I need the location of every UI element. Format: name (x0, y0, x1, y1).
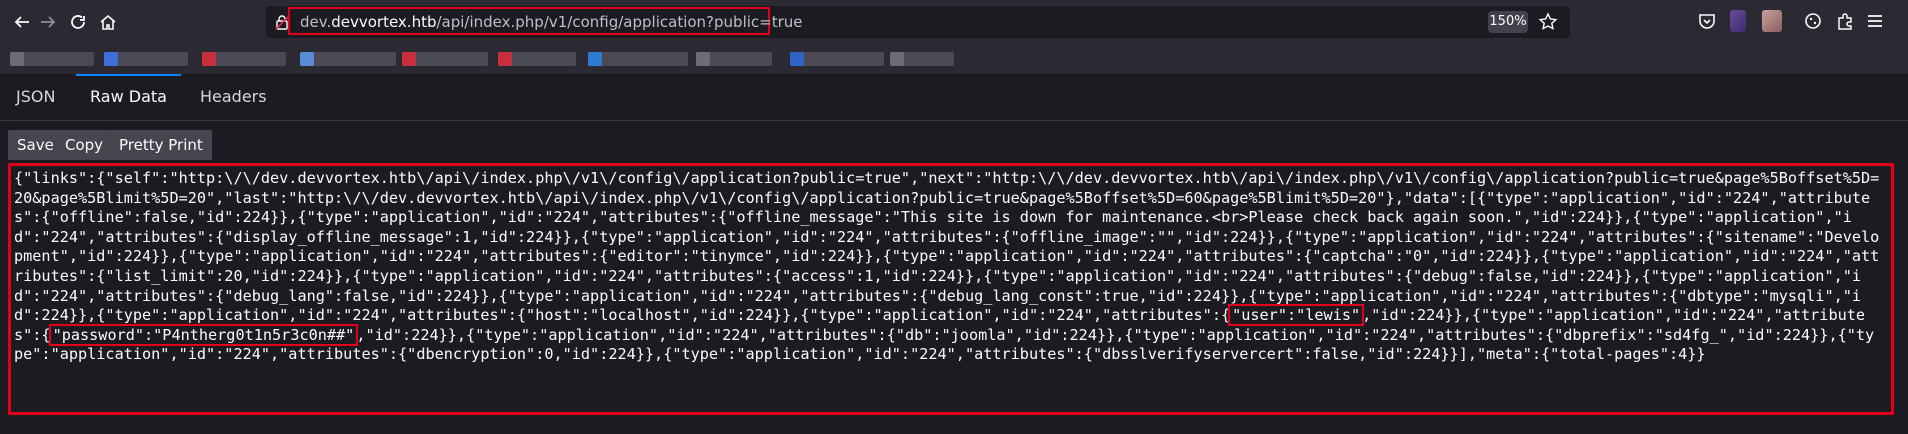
pretty-print-button[interactable]: Pretty Print (110, 130, 212, 160)
save-button[interactable]: Save (8, 130, 63, 160)
menu-hamburger-icon[interactable] (1864, 10, 1886, 32)
bookmark-favicon-icon (890, 52, 904, 66)
bookmark-item[interactable] (696, 52, 772, 66)
url-bar[interactable]: dev.devvortex.htb/api/index.php/v1/confi… (266, 6, 1570, 38)
bookmark-favicon-icon (402, 52, 416, 66)
bookmark-item[interactable] (402, 52, 488, 66)
bookmark-item[interactable] (10, 52, 94, 66)
reload-icon (71, 15, 85, 29)
back-button[interactable] (8, 8, 36, 36)
pocket-icon[interactable] (1696, 10, 1718, 32)
bookmark-item[interactable] (104, 52, 188, 66)
copy-button[interactable]: Copy (56, 130, 113, 160)
raw-json-text[interactable]: {"links":{"self":"http:\/\/dev.devvortex… (14, 169, 1883, 365)
bookmark-favicon-icon (790, 52, 804, 66)
forward-button[interactable] (34, 8, 62, 36)
reload-button[interactable] (64, 8, 92, 36)
bookmark-favicon-icon (498, 52, 512, 66)
user-credential-highlight: "user":"lewis" (1228, 304, 1365, 327)
home-button[interactable] (94, 8, 122, 36)
bookmark-star-icon[interactable] (1538, 12, 1558, 32)
raw-json-part-1: {"links":{"self":"http:\/\/dev.devvortex… (14, 169, 1880, 325)
bookmark-item[interactable] (300, 52, 396, 66)
bookmark-item[interactable] (498, 52, 576, 66)
raw-data-toolbar: Save Copy Pretty Print (0, 121, 1908, 161)
bookmark-favicon-icon (588, 52, 602, 66)
bookmark-favicon-icon (300, 52, 314, 66)
forward-arrow-icon (41, 16, 56, 28)
bookmark-item[interactable] (790, 52, 884, 66)
cookie-icon[interactable] (1802, 10, 1824, 32)
bookmark-favicon-icon (10, 52, 24, 66)
json-viewer-tabs: JSON Raw Data Headers (0, 74, 1908, 121)
zoom-level-badge[interactable]: 150% (1488, 11, 1528, 33)
profile-avatar-icon[interactable] (1762, 10, 1782, 32)
tab-json[interactable]: JSON (2, 74, 69, 120)
container-extension-icon[interactable] (1730, 10, 1746, 32)
raw-data-panel: {"links":{"self":"http:\/\/dev.devvortex… (8, 163, 1894, 415)
bookmark-favicon-icon (104, 52, 118, 66)
browser-toolbar: dev.devvortex.htb/api/index.php/v1/confi… (0, 0, 1908, 44)
back-arrow-icon (14, 16, 29, 28)
home-icon (100, 14, 116, 30)
url-text[interactable]: dev.devvortex.htb/api/index.php/v1/confi… (300, 13, 803, 31)
bookmarks-toolbar (0, 44, 1908, 74)
tab-raw-data[interactable]: Raw Data (76, 74, 181, 120)
url-host: devvortex.htb (331, 13, 437, 31)
password-credential-highlight: "password":"P4ntherg0t1n5r3c0n##" (48, 323, 359, 346)
tab-headers[interactable]: Headers (186, 74, 281, 120)
bookmark-item[interactable] (588, 52, 688, 66)
bookmark-item[interactable] (202, 52, 286, 66)
extensions-puzzle-icon[interactable] (1834, 10, 1856, 32)
bookmark-item[interactable] (890, 52, 954, 66)
bookmark-favicon-icon (202, 52, 216, 66)
url-path: /api/index.php/v1/config/application?pub… (436, 13, 803, 31)
bookmark-favicon-icon (696, 52, 710, 66)
url-host-prefix: dev. (300, 13, 332, 31)
